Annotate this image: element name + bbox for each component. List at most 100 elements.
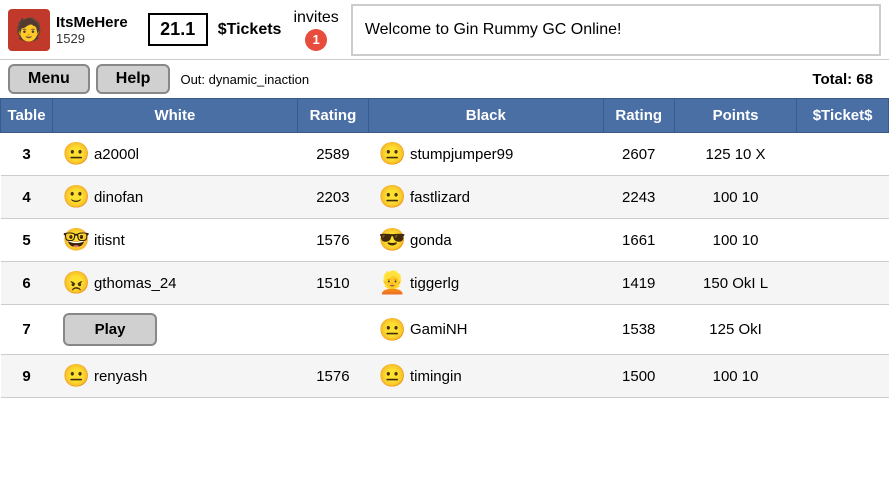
points: 125 OkI (674, 305, 796, 355)
tickets (797, 176, 889, 219)
table-header-row: Table White Rating Black Rating Points $… (1, 99, 889, 133)
table-number: 3 (1, 133, 53, 176)
white-rating: 1510 (297, 262, 368, 305)
white-avatar-icon: 😠 (63, 270, 90, 296)
black-avatar-icon: 😐 (379, 141, 406, 167)
points: 150 OkI L (674, 262, 796, 305)
black-rating: 1419 (603, 262, 674, 305)
white-avatar-icon: 🙂 (63, 184, 90, 210)
points: 100 10 (674, 176, 796, 219)
tickets (797, 133, 889, 176)
points: 100 10 (674, 355, 796, 398)
white-player-name: gthomas_24 (94, 275, 177, 292)
tickets (797, 262, 889, 305)
table-number: 7 (1, 305, 53, 355)
out-text: Out: dynamic_inaction (180, 72, 309, 87)
invites-badge[interactable]: 1 (305, 29, 327, 51)
tickets-label: $Tickets (218, 21, 282, 39)
col-header-white: White (53, 99, 298, 133)
white-player-name: renyash (94, 368, 147, 385)
table-number: 4 (1, 176, 53, 219)
black-rating: 2607 (603, 133, 674, 176)
points: 125 10 X (674, 133, 796, 176)
black-avatar-icon: 👱 (379, 270, 406, 296)
welcome-box: Welcome to Gin Rummy GC Online! (351, 4, 881, 56)
black-rating: 2243 (603, 176, 674, 219)
table-number: 9 (1, 355, 53, 398)
black-player-cell: 😎gonda (369, 219, 603, 262)
buttons-row: Menu Help Out: dynamic_inaction Total: 6… (0, 60, 889, 98)
white-rating: 1576 (297, 219, 368, 262)
black-player-name: GamiNH (410, 321, 468, 338)
white-player-cell: 🤓itisnt (53, 219, 298, 262)
white-rating: 2589 (297, 133, 368, 176)
white-avatar-icon: 😐 (63, 141, 90, 167)
white-player-cell: Play (53, 305, 298, 355)
game-table: Table White Rating Black Rating Points $… (0, 98, 889, 398)
user-id: 1529 (56, 31, 128, 46)
white-player-cell: 😐a2000l (53, 133, 298, 176)
black-player-cell: 👱tiggerlg (369, 262, 603, 305)
table-row: 5🤓itisnt1576😎gonda1661100 10 (1, 219, 889, 262)
header: 🧑 ItsMeHere 1529 21.1 $Tickets invites 1… (0, 0, 889, 60)
play-button[interactable]: Play (63, 313, 158, 346)
avatar: 🧑 (8, 9, 50, 51)
black-player-name: tiggerlg (410, 275, 459, 292)
help-button[interactable]: Help (96, 64, 171, 94)
invites-label: invites (293, 9, 338, 27)
white-player-cell: 😠gthomas_24 (53, 262, 298, 305)
white-player-name: dinofan (94, 189, 143, 206)
black-player-name: timingin (410, 368, 462, 385)
black-rating: 1500 (603, 355, 674, 398)
black-avatar-icon: 😎 (379, 227, 406, 253)
col-header-tickets: $Ticket$ (797, 99, 889, 133)
black-player-cell: 😐fastlizard (369, 176, 603, 219)
white-player-cell: 🙂dinofan (53, 176, 298, 219)
table-row: 3😐a2000l2589😐stumpjumper992607125 10 X (1, 133, 889, 176)
table-number: 6 (1, 262, 53, 305)
col-header-table: Table (1, 99, 53, 133)
black-rating: 1661 (603, 219, 674, 262)
black-player-name: fastlizard (410, 189, 470, 206)
tickets (797, 219, 889, 262)
user-info: ItsMeHere 1529 (56, 14, 128, 46)
black-player-cell: 😐timingin (369, 355, 603, 398)
table-row: 9😐renyash1576😐timingin1500100 10 (1, 355, 889, 398)
username: ItsMeHere (56, 14, 128, 31)
col-header-rating-white: Rating (297, 99, 368, 133)
table-row: 7Play😐GamiNH1538125 OkI (1, 305, 889, 355)
invites-area[interactable]: invites 1 (293, 9, 338, 51)
table-number: 5 (1, 219, 53, 262)
white-rating: 1576 (297, 355, 368, 398)
tickets-value: 21.1 (160, 19, 195, 39)
white-rating: 2203 (297, 176, 368, 219)
points: 100 10 (674, 219, 796, 262)
tickets-box: 21.1 (148, 13, 208, 46)
table-row: 6😠gthomas_241510👱tiggerlg1419150 OkI L (1, 262, 889, 305)
white-avatar-icon: 😐 (63, 363, 90, 389)
welcome-text: Welcome to Gin Rummy GC Online! (365, 21, 622, 39)
tickets (797, 355, 889, 398)
avatar-area: 🧑 ItsMeHere 1529 (8, 9, 128, 51)
black-player-cell: 😐GamiNH (369, 305, 603, 355)
tickets (797, 305, 889, 355)
black-player-name: gonda (410, 232, 452, 249)
total-text: Total: 68 (812, 71, 881, 88)
white-player-name: a2000l (94, 146, 139, 163)
white-avatar-icon: 🤓 (63, 227, 90, 253)
white-player-cell: 😐renyash (53, 355, 298, 398)
black-avatar-icon: 😐 (379, 317, 406, 343)
white-player-name: itisnt (94, 232, 125, 249)
table-row: 4🙂dinofan2203😐fastlizard2243100 10 (1, 176, 889, 219)
black-rating: 1538 (603, 305, 674, 355)
white-rating (297, 305, 368, 355)
col-header-black: Black (369, 99, 603, 133)
table-body: 3😐a2000l2589😐stumpjumper992607125 10 X4🙂… (1, 133, 889, 398)
black-player-cell: 😐stumpjumper99 (369, 133, 603, 176)
black-player-name: stumpjumper99 (410, 146, 513, 163)
col-header-points: Points (674, 99, 796, 133)
black-avatar-icon: 😐 (379, 184, 406, 210)
col-header-rating-black: Rating (603, 99, 674, 133)
menu-button[interactable]: Menu (8, 64, 90, 94)
black-avatar-icon: 😐 (379, 363, 406, 389)
